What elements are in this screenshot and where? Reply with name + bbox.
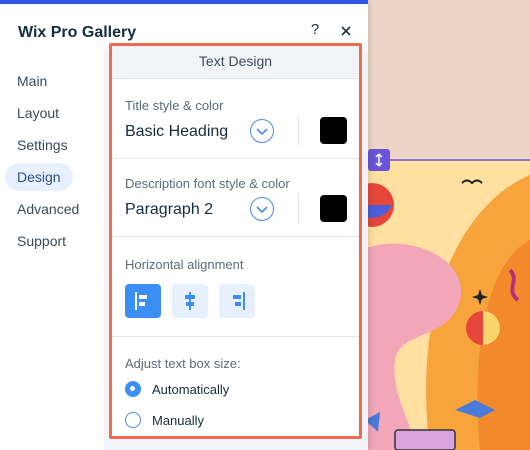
horizontal-alignment-label: Horizontal alignment (125, 257, 244, 272)
description-color-swatch[interactable] (320, 195, 347, 222)
radio-manually-label[interactable]: Manually (152, 413, 204, 428)
section-title: Text Design (112, 46, 359, 79)
description-font-value[interactable]: Paragraph 2 (125, 201, 213, 219)
radio-automatically-label[interactable]: Automatically (152, 382, 229, 397)
close-icon (341, 26, 351, 36)
resize-vertical-icon (375, 153, 383, 167)
sidebar-item-design[interactable]: Design (5, 163, 73, 191)
text-box-size-label: Adjust text box size: (125, 356, 241, 371)
help-button[interactable]: ? (305, 21, 325, 41)
divider (298, 194, 299, 224)
align-center-icon (185, 292, 195, 310)
sidebar-item-advanced[interactable]: Advanced (5, 195, 91, 223)
radio-automatically[interactable] (125, 381, 141, 397)
divider (298, 116, 299, 146)
resize-handle[interactable] (368, 149, 390, 171)
divider (112, 236, 359, 237)
sidebar-item-main[interactable]: Main (5, 67, 59, 95)
chevron-down-icon (256, 128, 268, 136)
align-right-button[interactable] (219, 284, 255, 318)
divider (112, 336, 359, 337)
sidebar-item-layout[interactable]: Layout (5, 99, 71, 127)
align-right-icon (233, 292, 245, 310)
description-style-label: Description font style & color (125, 176, 290, 191)
description-font-dropdown-button[interactable] (250, 197, 274, 221)
sidebar-nav: Main Layout Settings Design Advanced Sup… (0, 50, 104, 450)
align-left-icon (135, 292, 147, 310)
title-color-swatch[interactable] (320, 117, 347, 144)
align-left-button[interactable] (125, 284, 161, 318)
align-center-button[interactable] (172, 284, 208, 318)
title-font-value[interactable]: Basic Heading (125, 123, 228, 141)
title-font-dropdown-button[interactable] (250, 119, 274, 143)
sidebar-item-support[interactable]: Support (5, 227, 78, 255)
panel-title: Wix Pro Gallery (18, 24, 137, 41)
title-style-label: Title style & color (125, 98, 224, 113)
text-design-section: Text Design Title style & color Basic He… (109, 43, 362, 439)
radio-manually[interactable] (125, 412, 141, 428)
divider (112, 158, 359, 159)
close-button[interactable] (336, 21, 356, 41)
chevron-down-icon (256, 206, 268, 214)
sidebar-item-settings[interactable]: Settings (5, 131, 80, 159)
